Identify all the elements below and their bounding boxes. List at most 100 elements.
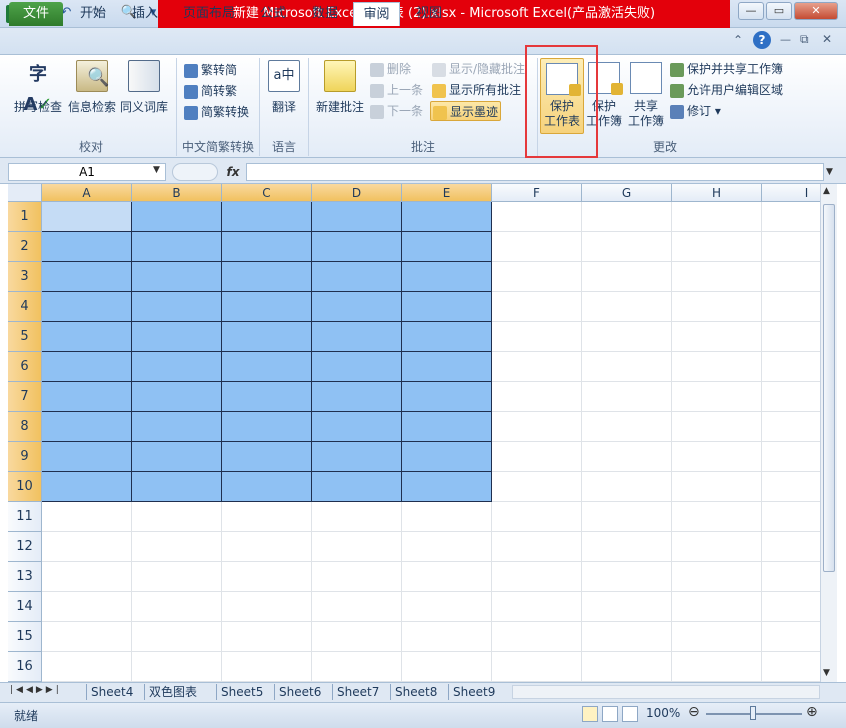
cell-h9[interactable]	[672, 442, 762, 472]
row-header-2[interactable]: 2	[8, 232, 42, 262]
cell-i6[interactable]	[762, 352, 820, 382]
cell-f8[interactable]	[492, 412, 582, 442]
cell-g12[interactable]	[582, 532, 672, 562]
cell-d9[interactable]	[312, 442, 402, 472]
cell-b6[interactable]	[132, 352, 222, 382]
row-header-8[interactable]: 8	[8, 412, 42, 442]
cell-d6[interactable]	[312, 352, 402, 382]
cell-i10[interactable]	[762, 472, 820, 502]
restore-button[interactable]: ▭	[766, 2, 792, 20]
column-header-d[interactable]: D	[312, 184, 402, 202]
cell-h6[interactable]	[672, 352, 762, 382]
cell-h13[interactable]	[672, 562, 762, 592]
cell-i9[interactable]	[762, 442, 820, 472]
thesaurus-button[interactable]: 同义词库	[118, 60, 170, 115]
zoom-level[interactable]: 100%	[646, 706, 680, 720]
cell-b13[interactable]	[132, 562, 222, 592]
cell-f2[interactable]	[492, 232, 582, 262]
cell-d4[interactable]	[312, 292, 402, 322]
cell-g7[interactable]	[582, 382, 672, 412]
cell-b3[interactable]	[132, 262, 222, 292]
cell-b15[interactable]	[132, 622, 222, 652]
cell-g1[interactable]	[582, 202, 672, 232]
column-header-c[interactable]: C	[222, 184, 312, 202]
cell-e2[interactable]	[402, 232, 492, 262]
row-header-5[interactable]: 5	[8, 322, 42, 352]
cell-g14[interactable]	[582, 592, 672, 622]
cell-h4[interactable]	[672, 292, 762, 322]
cell-h10[interactable]	[672, 472, 762, 502]
cell-c11[interactable]	[222, 502, 312, 532]
cell-c5[interactable]	[222, 322, 312, 352]
cell-b7[interactable]	[132, 382, 222, 412]
cell-g15[interactable]	[582, 622, 672, 652]
vertical-scrollbar[interactable]: ▲ ▼	[820, 184, 837, 682]
cell-c1[interactable]	[222, 202, 312, 232]
cell-g11[interactable]	[582, 502, 672, 532]
cell-h14[interactable]	[672, 592, 762, 622]
cell-f3[interactable]	[492, 262, 582, 292]
cell-c16[interactable]	[222, 652, 312, 682]
zoom-slider-thumb[interactable]	[750, 706, 756, 720]
cell-c12[interactable]	[222, 532, 312, 562]
cell-c10[interactable]	[222, 472, 312, 502]
cell-a15[interactable]	[42, 622, 132, 652]
cell-f1[interactable]	[492, 202, 582, 232]
cell-e8[interactable]	[402, 412, 492, 442]
cell-c7[interactable]	[222, 382, 312, 412]
track-changes-button[interactable]: 修订 ▾	[670, 101, 721, 121]
cell-f5[interactable]	[492, 322, 582, 352]
zoom-in-icon[interactable]: ⊕	[806, 704, 818, 720]
column-header-b[interactable]: B	[132, 184, 222, 202]
cell-a2[interactable]	[42, 232, 132, 262]
show-hide-comment-button[interactable]: 显示/隐藏批注	[432, 59, 525, 79]
cell-c8[interactable]	[222, 412, 312, 442]
cell-i14[interactable]	[762, 592, 820, 622]
cell-d12[interactable]	[312, 532, 402, 562]
show-all-comments-button[interactable]: 显示所有批注	[432, 80, 521, 100]
cell-h11[interactable]	[672, 502, 762, 532]
select-all-button[interactable]	[8, 184, 42, 202]
cell-f15[interactable]	[492, 622, 582, 652]
worksheet-grid[interactable]: ABCDEFGHI 1 2 3 4 5 6 7 8 9 10 11 12 13 14 15 16	[8, 184, 820, 682]
cell-a4[interactable]	[42, 292, 132, 322]
previous-comment-button[interactable]: 上一条	[370, 80, 423, 100]
cell-h2[interactable]	[672, 232, 762, 262]
tab-formulas[interactable]: 公式	[250, 2, 296, 26]
view-page-break-icon[interactable]	[622, 706, 638, 722]
minimize-button[interactable]: —	[738, 2, 764, 20]
cell-a14[interactable]	[42, 592, 132, 622]
cell-i1[interactable]	[762, 202, 820, 232]
protect-share-button[interactable]: 保护并共享工作簿	[670, 59, 783, 79]
spell-check-button[interactable]: 字A✓ 拼写检查	[12, 60, 64, 115]
cell-e3[interactable]	[402, 262, 492, 292]
cell-g4[interactable]	[582, 292, 672, 322]
tab-review[interactable]: 审阅	[353, 2, 400, 26]
row-header-15[interactable]: 15	[8, 622, 42, 652]
cell-h15[interactable]	[672, 622, 762, 652]
cell-h8[interactable]	[672, 412, 762, 442]
cell-g6[interactable]	[582, 352, 672, 382]
cell-i2[interactable]	[762, 232, 820, 262]
cell-a10[interactable]	[42, 472, 132, 502]
column-header-h[interactable]: H	[672, 184, 762, 202]
scroll-up-icon[interactable]: ▲	[823, 186, 830, 196]
cell-a1[interactable]	[42, 202, 132, 232]
cell-d14[interactable]	[312, 592, 402, 622]
cell-a7[interactable]	[42, 382, 132, 412]
sheet-nav-icon[interactable]: |◀◀▶▶|	[10, 685, 62, 695]
cell-b9[interactable]	[132, 442, 222, 472]
to-simplified-button[interactable]: 简转繁	[184, 81, 237, 101]
tab-home[interactable]: 开始	[70, 2, 116, 26]
insert-function-icon[interactable]: fx	[222, 163, 244, 181]
cell-c3[interactable]	[222, 262, 312, 292]
cell-e1[interactable]	[402, 202, 492, 232]
new-comment-button[interactable]: 新建批注	[312, 60, 368, 115]
cell-c13[interactable]	[222, 562, 312, 592]
cell-e4[interactable]	[402, 292, 492, 322]
cell-i16[interactable]	[762, 652, 820, 682]
workbook-minimize-icon[interactable]: —	[780, 33, 791, 46]
cell-f7[interactable]	[492, 382, 582, 412]
cell-f9[interactable]	[492, 442, 582, 472]
column-header-e[interactable]: E	[402, 184, 492, 202]
